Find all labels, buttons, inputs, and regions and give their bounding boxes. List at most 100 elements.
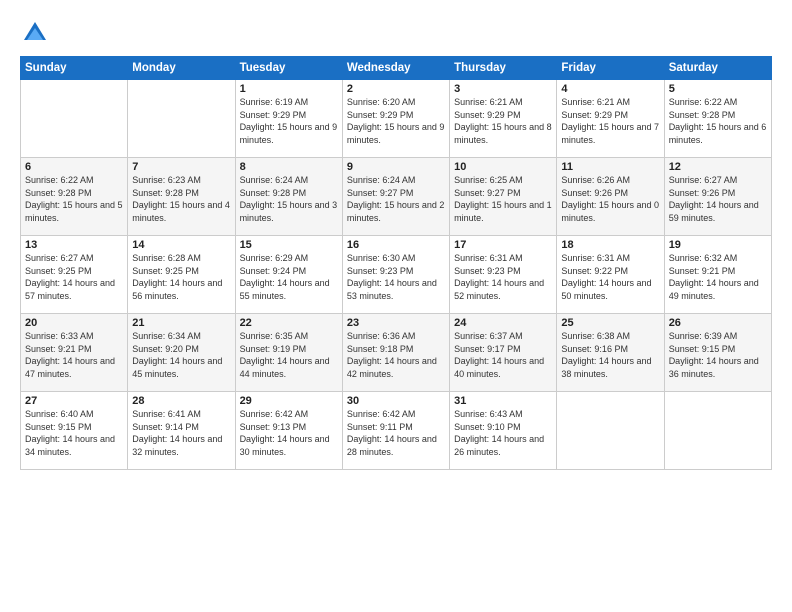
day-number: 1	[240, 83, 338, 95]
calendar-header-wednesday: Wednesday	[342, 57, 449, 80]
day-info: Sunrise: 6:31 AM Sunset: 9:23 PM Dayligh…	[454, 252, 552, 302]
day-info: Sunrise: 6:27 AM Sunset: 9:25 PM Dayligh…	[25, 252, 123, 302]
calendar-table: SundayMondayTuesdayWednesdayThursdayFrid…	[20, 56, 772, 470]
day-info: Sunrise: 6:42 AM Sunset: 9:13 PM Dayligh…	[240, 408, 338, 458]
day-number: 28	[132, 395, 230, 407]
day-number: 11	[561, 161, 659, 173]
day-number: 18	[561, 239, 659, 251]
day-number: 9	[347, 161, 445, 173]
calendar-cell: 24Sunrise: 6:37 AM Sunset: 9:17 PM Dayli…	[450, 314, 557, 392]
calendar-cell	[557, 392, 664, 470]
calendar-cell: 25Sunrise: 6:38 AM Sunset: 9:16 PM Dayli…	[557, 314, 664, 392]
calendar-cell: 23Sunrise: 6:36 AM Sunset: 9:18 PM Dayli…	[342, 314, 449, 392]
day-number: 15	[240, 239, 338, 251]
header	[20, 18, 772, 48]
day-info: Sunrise: 6:34 AM Sunset: 9:20 PM Dayligh…	[132, 330, 230, 380]
day-info: Sunrise: 6:39 AM Sunset: 9:15 PM Dayligh…	[669, 330, 767, 380]
calendar-cell: 22Sunrise: 6:35 AM Sunset: 9:19 PM Dayli…	[235, 314, 342, 392]
calendar-cell: 31Sunrise: 6:43 AM Sunset: 9:10 PM Dayli…	[450, 392, 557, 470]
calendar-header-saturday: Saturday	[664, 57, 771, 80]
day-number: 30	[347, 395, 445, 407]
day-info: Sunrise: 6:38 AM Sunset: 9:16 PM Dayligh…	[561, 330, 659, 380]
day-number: 20	[25, 317, 123, 329]
calendar-cell	[128, 80, 235, 158]
calendar-header-row: SundayMondayTuesdayWednesdayThursdayFrid…	[21, 57, 772, 80]
calendar-header-friday: Friday	[557, 57, 664, 80]
calendar-cell: 12Sunrise: 6:27 AM Sunset: 9:26 PM Dayli…	[664, 158, 771, 236]
calendar-cell: 3Sunrise: 6:21 AM Sunset: 9:29 PM Daylig…	[450, 80, 557, 158]
calendar-cell: 17Sunrise: 6:31 AM Sunset: 9:23 PM Dayli…	[450, 236, 557, 314]
day-number: 19	[669, 239, 767, 251]
day-info: Sunrise: 6:40 AM Sunset: 9:15 PM Dayligh…	[25, 408, 123, 458]
day-info: Sunrise: 6:22 AM Sunset: 9:28 PM Dayligh…	[25, 174, 123, 224]
calendar-cell: 10Sunrise: 6:25 AM Sunset: 9:27 PM Dayli…	[450, 158, 557, 236]
day-number: 24	[454, 317, 552, 329]
day-info: Sunrise: 6:42 AM Sunset: 9:11 PM Dayligh…	[347, 408, 445, 458]
calendar-week-0: 1Sunrise: 6:19 AM Sunset: 9:29 PM Daylig…	[21, 80, 772, 158]
day-info: Sunrise: 6:20 AM Sunset: 9:29 PM Dayligh…	[347, 96, 445, 146]
day-info: Sunrise: 6:36 AM Sunset: 9:18 PM Dayligh…	[347, 330, 445, 380]
calendar-cell: 8Sunrise: 6:24 AM Sunset: 9:28 PM Daylig…	[235, 158, 342, 236]
day-info: Sunrise: 6:22 AM Sunset: 9:28 PM Dayligh…	[669, 96, 767, 146]
calendar-cell: 26Sunrise: 6:39 AM Sunset: 9:15 PM Dayli…	[664, 314, 771, 392]
calendar-cell: 2Sunrise: 6:20 AM Sunset: 9:29 PM Daylig…	[342, 80, 449, 158]
day-info: Sunrise: 6:29 AM Sunset: 9:24 PM Dayligh…	[240, 252, 338, 302]
calendar-cell: 29Sunrise: 6:42 AM Sunset: 9:13 PM Dayli…	[235, 392, 342, 470]
day-number: 8	[240, 161, 338, 173]
day-number: 13	[25, 239, 123, 251]
day-info: Sunrise: 6:30 AM Sunset: 9:23 PM Dayligh…	[347, 252, 445, 302]
calendar-cell	[664, 392, 771, 470]
calendar-cell: 4Sunrise: 6:21 AM Sunset: 9:29 PM Daylig…	[557, 80, 664, 158]
day-info: Sunrise: 6:43 AM Sunset: 9:10 PM Dayligh…	[454, 408, 552, 458]
day-info: Sunrise: 6:37 AM Sunset: 9:17 PM Dayligh…	[454, 330, 552, 380]
day-number: 21	[132, 317, 230, 329]
calendar-cell: 27Sunrise: 6:40 AM Sunset: 9:15 PM Dayli…	[21, 392, 128, 470]
calendar-cell: 9Sunrise: 6:24 AM Sunset: 9:27 PM Daylig…	[342, 158, 449, 236]
calendar-cell: 21Sunrise: 6:34 AM Sunset: 9:20 PM Dayli…	[128, 314, 235, 392]
day-number: 27	[25, 395, 123, 407]
day-number: 7	[132, 161, 230, 173]
day-number: 2	[347, 83, 445, 95]
day-info: Sunrise: 6:19 AM Sunset: 9:29 PM Dayligh…	[240, 96, 338, 146]
day-number: 25	[561, 317, 659, 329]
calendar-cell: 1Sunrise: 6:19 AM Sunset: 9:29 PM Daylig…	[235, 80, 342, 158]
day-info: Sunrise: 6:31 AM Sunset: 9:22 PM Dayligh…	[561, 252, 659, 302]
calendar-cell: 20Sunrise: 6:33 AM Sunset: 9:21 PM Dayli…	[21, 314, 128, 392]
calendar-cell: 11Sunrise: 6:26 AM Sunset: 9:26 PM Dayli…	[557, 158, 664, 236]
calendar-header-sunday: Sunday	[21, 57, 128, 80]
day-number: 4	[561, 83, 659, 95]
calendar-cell: 15Sunrise: 6:29 AM Sunset: 9:24 PM Dayli…	[235, 236, 342, 314]
calendar-cell: 16Sunrise: 6:30 AM Sunset: 9:23 PM Dayli…	[342, 236, 449, 314]
day-info: Sunrise: 6:24 AM Sunset: 9:28 PM Dayligh…	[240, 174, 338, 224]
calendar-header-monday: Monday	[128, 57, 235, 80]
day-info: Sunrise: 6:26 AM Sunset: 9:26 PM Dayligh…	[561, 174, 659, 224]
logo	[20, 18, 54, 48]
day-number: 3	[454, 83, 552, 95]
day-number: 6	[25, 161, 123, 173]
calendar-cell: 5Sunrise: 6:22 AM Sunset: 9:28 PM Daylig…	[664, 80, 771, 158]
day-number: 10	[454, 161, 552, 173]
day-number: 16	[347, 239, 445, 251]
day-number: 17	[454, 239, 552, 251]
day-info: Sunrise: 6:21 AM Sunset: 9:29 PM Dayligh…	[454, 96, 552, 146]
calendar-cell: 14Sunrise: 6:28 AM Sunset: 9:25 PM Dayli…	[128, 236, 235, 314]
calendar-header-thursday: Thursday	[450, 57, 557, 80]
day-info: Sunrise: 6:23 AM Sunset: 9:28 PM Dayligh…	[132, 174, 230, 224]
day-number: 23	[347, 317, 445, 329]
calendar-week-3: 20Sunrise: 6:33 AM Sunset: 9:21 PM Dayli…	[21, 314, 772, 392]
day-info: Sunrise: 6:41 AM Sunset: 9:14 PM Dayligh…	[132, 408, 230, 458]
page: SundayMondayTuesdayWednesdayThursdayFrid…	[0, 0, 792, 612]
day-info: Sunrise: 6:35 AM Sunset: 9:19 PM Dayligh…	[240, 330, 338, 380]
day-number: 29	[240, 395, 338, 407]
day-number: 12	[669, 161, 767, 173]
calendar-cell: 18Sunrise: 6:31 AM Sunset: 9:22 PM Dayli…	[557, 236, 664, 314]
calendar-week-2: 13Sunrise: 6:27 AM Sunset: 9:25 PM Dayli…	[21, 236, 772, 314]
day-number: 26	[669, 317, 767, 329]
calendar-week-4: 27Sunrise: 6:40 AM Sunset: 9:15 PM Dayli…	[21, 392, 772, 470]
day-info: Sunrise: 6:33 AM Sunset: 9:21 PM Dayligh…	[25, 330, 123, 380]
day-number: 14	[132, 239, 230, 251]
day-info: Sunrise: 6:27 AM Sunset: 9:26 PM Dayligh…	[669, 174, 767, 224]
calendar-cell: 28Sunrise: 6:41 AM Sunset: 9:14 PM Dayli…	[128, 392, 235, 470]
day-info: Sunrise: 6:25 AM Sunset: 9:27 PM Dayligh…	[454, 174, 552, 224]
day-info: Sunrise: 6:21 AM Sunset: 9:29 PM Dayligh…	[561, 96, 659, 146]
